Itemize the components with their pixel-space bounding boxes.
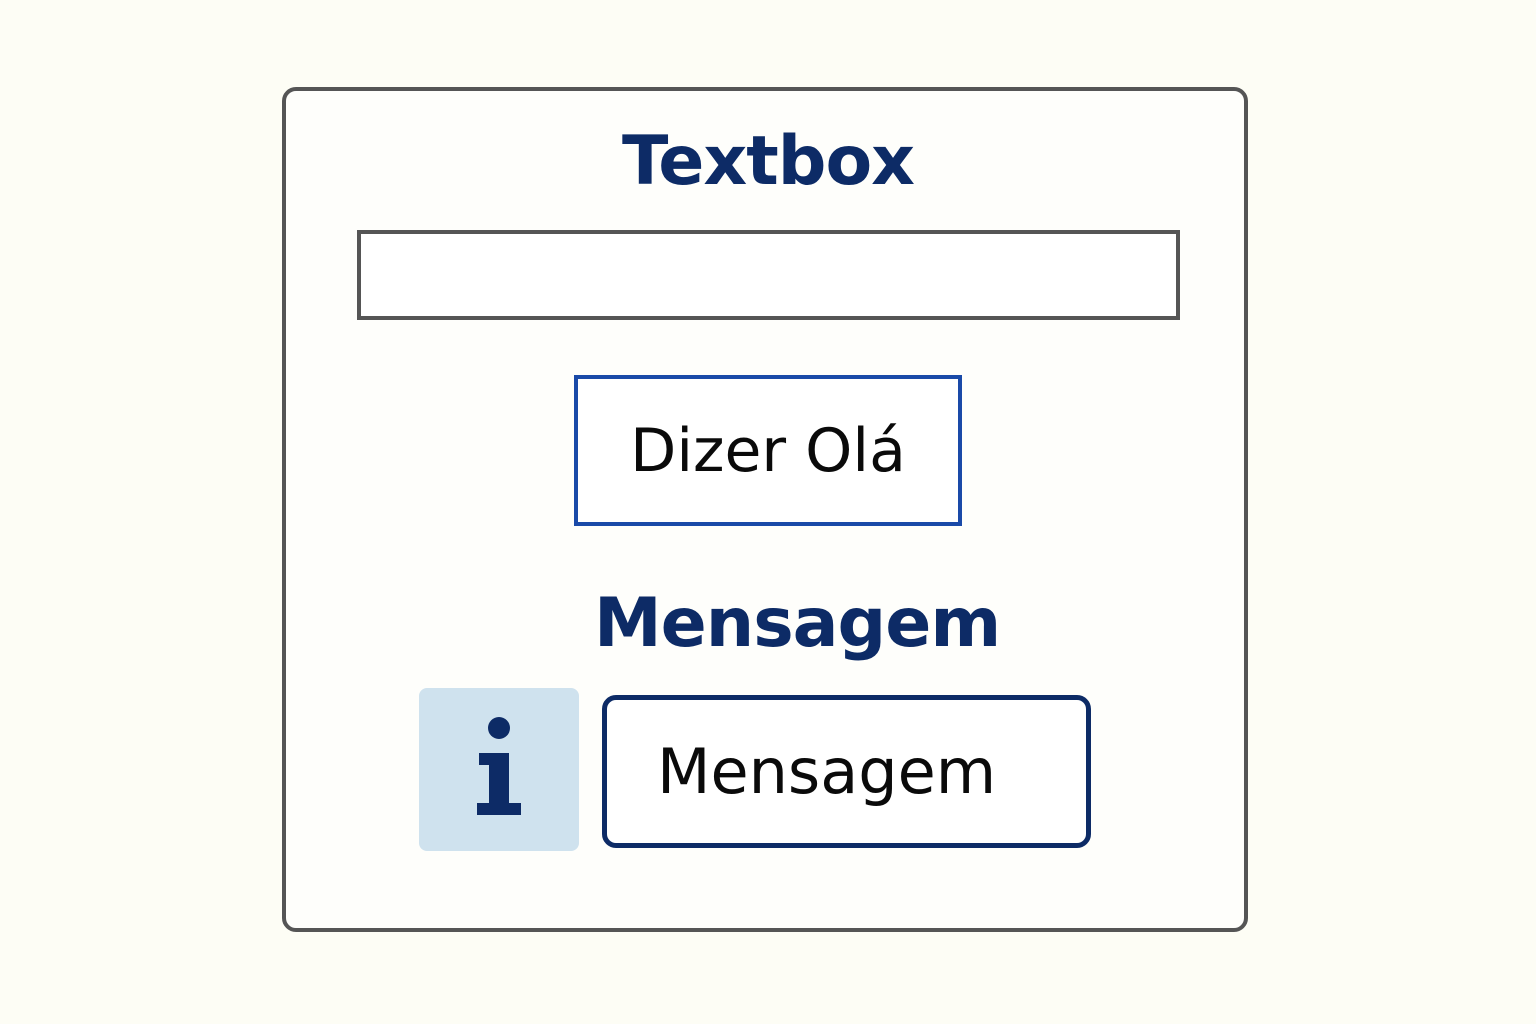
text-input[interactable]	[357, 230, 1180, 320]
message-heading: Mensagem	[594, 584, 1001, 663]
message-text: Mensagem	[657, 735, 997, 808]
info-icon	[477, 716, 521, 815]
message-box: Mensagem	[602, 695, 1091, 848]
say-hello-button[interactable]: Dizer Olá	[574, 375, 962, 526]
info-tile	[419, 688, 579, 851]
page-title: Textbox	[621, 122, 915, 201]
